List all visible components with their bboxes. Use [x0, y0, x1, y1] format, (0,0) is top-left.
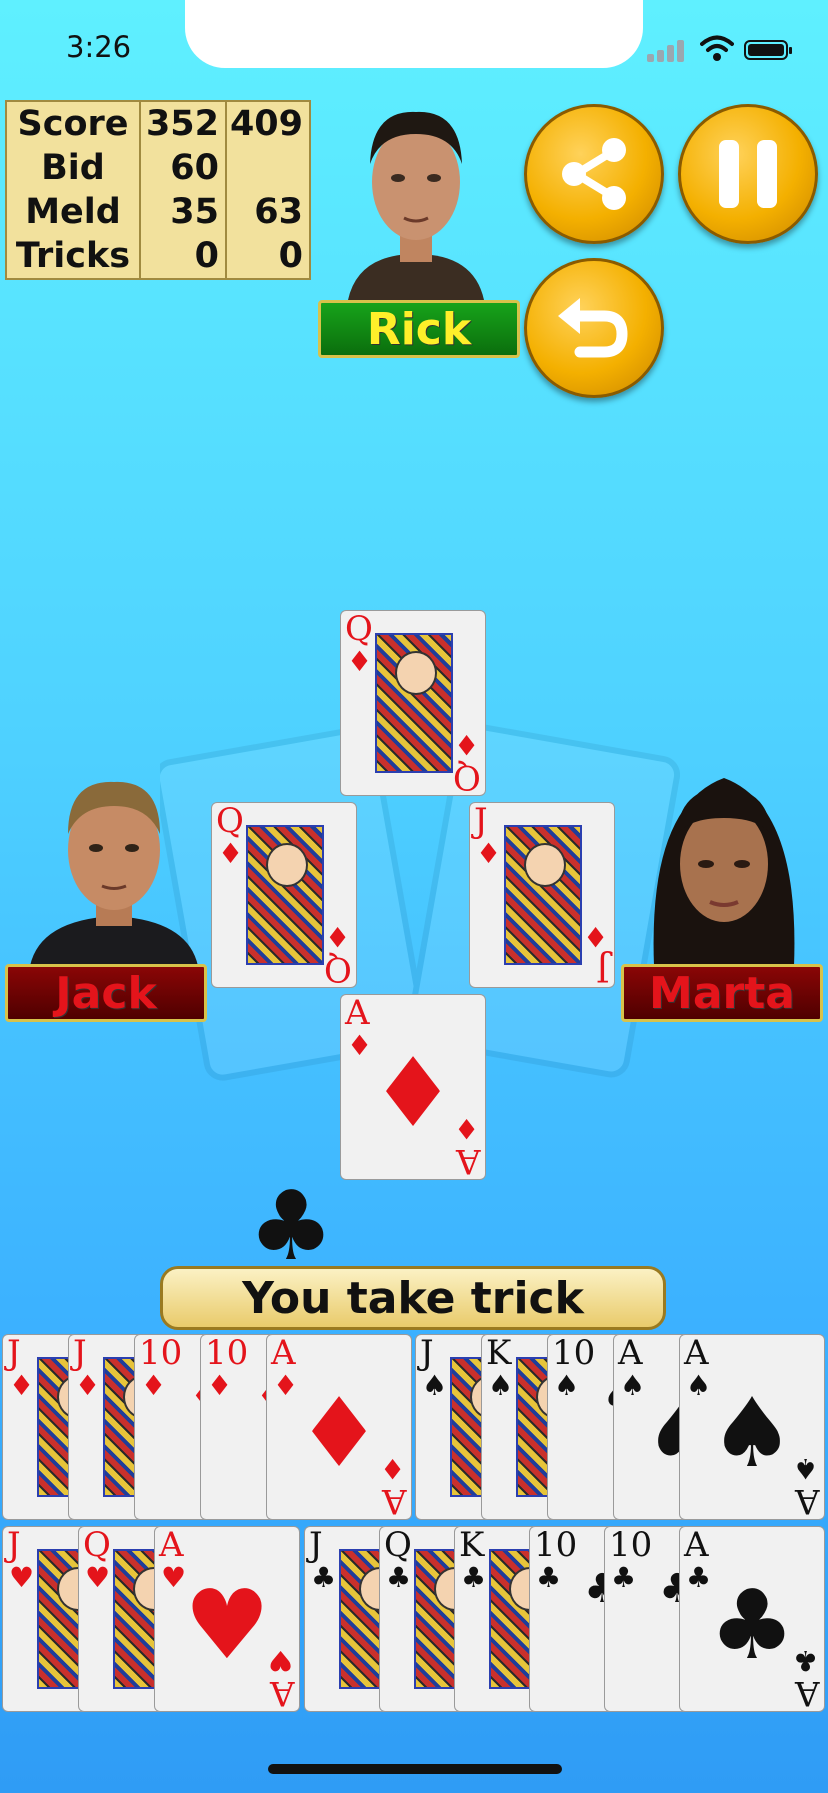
- card-suit-bottom: ♣: [792, 1644, 818, 1677]
- undo-button[interactable]: [524, 258, 664, 398]
- player-name-west: Jack: [5, 964, 207, 1022]
- signal-icon: [647, 40, 687, 62]
- bid-team1: 60: [139, 146, 225, 190]
- score-label: Score: [17, 104, 129, 144]
- player-name-east: Marta: [621, 964, 823, 1022]
- card-suit: ♠: [488, 1369, 514, 1402]
- card-rank: J: [7, 1334, 21, 1373]
- card-rank: J: [309, 1526, 323, 1565]
- card-rank: A: [345, 994, 370, 1033]
- card-rank: 10: [609, 1526, 653, 1565]
- wifi-icon: [700, 35, 734, 61]
- card-rank: Q: [384, 1526, 412, 1565]
- jack-face-art: [504, 825, 582, 965]
- card-suit: ♣: [461, 1561, 487, 1594]
- card-rank: J: [73, 1334, 87, 1373]
- card-suit-bottom: ♦: [453, 1112, 479, 1145]
- card-rank-bottom: A: [456, 1141, 481, 1180]
- device-notch: [185, 0, 643, 68]
- card-suit: ♥: [85, 1561, 111, 1594]
- card-rank: J: [7, 1526, 21, 1565]
- meld-team1: 35: [139, 190, 225, 234]
- home-indicator: [268, 1764, 562, 1774]
- score-team2: 409: [225, 102, 309, 146]
- hand-card[interactable]: A ♦ ♦ A ♦: [266, 1334, 412, 1520]
- card-rank: A: [271, 1334, 296, 1373]
- player-name-north: Rick: [318, 300, 520, 358]
- trump-suit-indicator: ♣: [248, 1170, 335, 1282]
- card-rank: Q: [216, 802, 244, 841]
- meld-team2: 63: [225, 190, 309, 234]
- tricks-team1: 0: [139, 234, 225, 278]
- card-suit: ♦: [347, 645, 373, 678]
- card-suit: ♦: [476, 837, 502, 870]
- card-suit-bottom: ♠: [792, 1452, 818, 1485]
- card-suit: ♦: [9, 1369, 35, 1402]
- card-rank-bottom: Q: [324, 949, 352, 988]
- battery-icon: [744, 40, 792, 60]
- card-rank: A: [618, 1334, 643, 1373]
- card-rank: Q: [83, 1526, 111, 1565]
- card-rank: A: [684, 1526, 709, 1565]
- hand-card[interactable]: A♠♠A♠: [679, 1334, 825, 1520]
- meld-label: Meld: [25, 192, 121, 232]
- card-suit: ♦: [75, 1369, 101, 1402]
- card-rank: 10: [205, 1334, 249, 1373]
- card-suit-bottom: ♦: [582, 920, 608, 953]
- trick-card-north: Q ♦ Q ♦: [340, 610, 486, 796]
- card-suit: ♠: [422, 1369, 448, 1402]
- scoreboard: Score 352 409 Bid 60 Meld 35 63 Tricks 0…: [5, 100, 311, 280]
- card-rank: A: [159, 1526, 184, 1565]
- card-rank-bottom: Q: [453, 757, 481, 796]
- card-rank: 10: [139, 1334, 183, 1373]
- card-rank: K: [486, 1334, 512, 1373]
- status-time: 3:26: [66, 30, 132, 64]
- card-rank: J: [474, 802, 488, 841]
- card-suit-bottom: ♦: [324, 920, 350, 953]
- card-suit: ♦: [218, 837, 244, 870]
- queen-face-art: [246, 825, 324, 965]
- card-rank-bottom: A: [795, 1673, 820, 1712]
- card-rank-bottom: A: [270, 1673, 295, 1712]
- card-rank-bottom: J: [596, 949, 610, 988]
- card-suit: ♣: [311, 1561, 337, 1594]
- status-message: You take trick: [160, 1266, 666, 1330]
- pause-icon: [719, 140, 777, 208]
- player-avatar-east: [653, 778, 795, 966]
- hand-card[interactable]: A ♥ ♥ A ♥: [154, 1526, 300, 1712]
- card-suit: ♥: [9, 1561, 35, 1594]
- queen-face-art: [375, 633, 453, 773]
- card-rank-bottom: A: [382, 1481, 407, 1520]
- tricks-team2: 0: [225, 234, 309, 278]
- bid-label: Bid: [41, 148, 105, 188]
- card-rank: 10: [552, 1334, 596, 1373]
- card-rank: 10: [534, 1526, 578, 1565]
- card-rank: Q: [345, 610, 373, 649]
- tricks-label: Tricks: [15, 236, 131, 276]
- hand-card[interactable]: A ♣ ♣ A ♣: [679, 1526, 825, 1712]
- card-rank-bottom: A: [795, 1481, 820, 1520]
- card-suit-bottom: ♦: [379, 1452, 405, 1485]
- card-rank: K: [459, 1526, 485, 1565]
- card-rank: A: [684, 1334, 709, 1373]
- pause-button[interactable]: [678, 104, 818, 244]
- player-avatar-west: [30, 781, 198, 966]
- card-suit: ♣: [386, 1561, 412, 1594]
- trick-card-east: J ♦ J ♦: [469, 802, 615, 988]
- share-button[interactable]: [524, 104, 664, 244]
- trick-card-west: Q ♦ Q ♦: [211, 802, 357, 988]
- share-icon: [562, 138, 626, 210]
- card-rank: J: [420, 1334, 434, 1373]
- card-suit-bottom: ♥: [267, 1644, 293, 1677]
- card-suit-bottom: ♦: [453, 728, 479, 761]
- trick-card-south: A ♦ ♦ A ♦: [340, 994, 486, 1180]
- bid-team2: [225, 146, 309, 190]
- score-team1: 352: [139, 102, 225, 146]
- player-avatar-north: [348, 111, 484, 300]
- undo-icon: [558, 298, 628, 358]
